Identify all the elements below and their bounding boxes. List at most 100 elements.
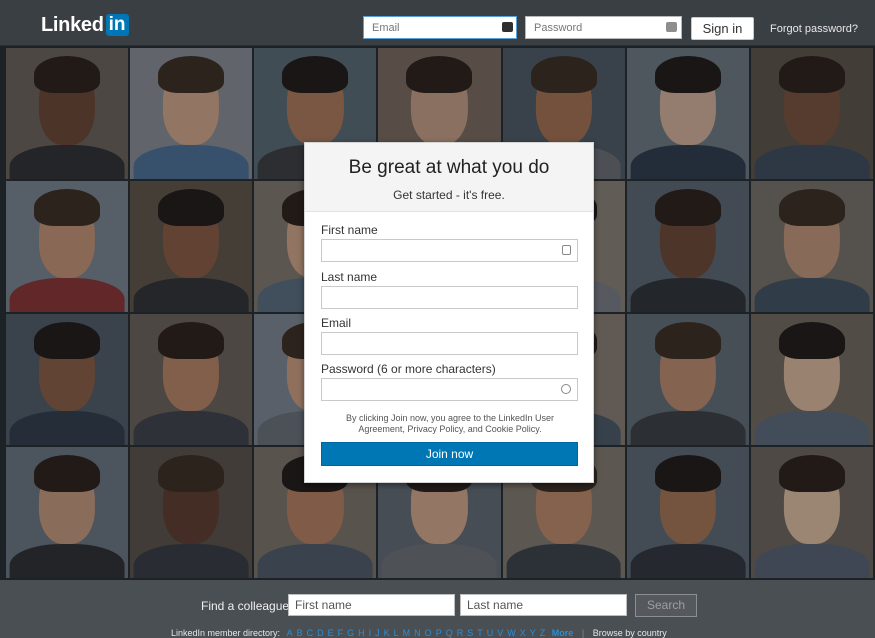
photo-face bbox=[163, 329, 220, 411]
signup-subtitle: Get started - it's free. bbox=[393, 188, 505, 202]
show-password-icon[interactable] bbox=[561, 384, 571, 394]
join-now-button[interactable]: Join now bbox=[321, 442, 578, 466]
directory-letter-link[interactable]: K bbox=[384, 628, 390, 638]
terms-notice: By clicking Join now, you agree to the L… bbox=[345, 413, 555, 434]
photo-shoulders bbox=[754, 277, 870, 312]
photo-face bbox=[783, 196, 841, 278]
directory-letter-link[interactable]: H bbox=[358, 628, 365, 638]
photo-face bbox=[38, 63, 96, 145]
directory-letter-link[interactable]: C bbox=[307, 628, 314, 638]
member-photo bbox=[750, 447, 873, 578]
photo-shoulders bbox=[133, 543, 249, 578]
member-photo bbox=[626, 314, 749, 445]
directory-letter-link[interactable]: N bbox=[414, 628, 421, 638]
directory-letter-link[interactable]: X bbox=[520, 628, 526, 638]
member-photo bbox=[130, 447, 253, 578]
directory-more-link[interactable]: More bbox=[552, 628, 574, 638]
first-name-input[interactable] bbox=[321, 239, 578, 262]
photo-shoulders bbox=[754, 144, 870, 179]
directory-label: LinkedIn member directory: bbox=[171, 628, 281, 638]
colleague-search-button[interactable]: Search bbox=[635, 594, 697, 617]
top-nav-bar: Linked in Sign in Forgot password? bbox=[0, 0, 875, 46]
colleague-first-name-input[interactable] bbox=[288, 594, 455, 616]
directory-letter-link[interactable]: V bbox=[497, 628, 503, 638]
photo-hair bbox=[778, 321, 845, 359]
photo-hair bbox=[778, 55, 845, 93]
signin-button[interactable]: Sign in bbox=[691, 17, 754, 40]
directory-letter-link[interactable]: Q bbox=[446, 628, 453, 638]
directory-letter-link[interactable]: U bbox=[487, 628, 494, 638]
last-name-label: Last name bbox=[321, 270, 378, 284]
directory-letter-link[interactable]: Y bbox=[530, 628, 536, 638]
browse-by-country-link[interactable]: Browse by country bbox=[593, 628, 667, 638]
photo-face bbox=[38, 462, 96, 544]
autofill-contact-icon[interactable] bbox=[562, 245, 571, 255]
signin-email-input[interactable] bbox=[363, 16, 517, 39]
photo-face bbox=[38, 329, 96, 411]
find-colleague-label: Find a colleague bbox=[201, 599, 290, 613]
email-input[interactable] bbox=[321, 332, 578, 355]
directory-letter-link[interactable]: J bbox=[375, 628, 380, 638]
photo-hair bbox=[654, 55, 721, 93]
member-directory: LinkedIn member directory: ABCDEFGHIJKLM… bbox=[171, 628, 667, 638]
directory-letter-link[interactable]: T bbox=[477, 628, 483, 638]
colleague-last-name-input[interactable] bbox=[460, 594, 627, 616]
directory-letter-link[interactable]: D bbox=[317, 628, 324, 638]
directory-letter-link[interactable]: F bbox=[338, 628, 344, 638]
photo-shoulders bbox=[9, 277, 125, 312]
photo-shoulders bbox=[630, 144, 746, 179]
photo-shoulders bbox=[382, 543, 497, 578]
directory-letter-link[interactable]: A bbox=[287, 628, 293, 638]
photo-face bbox=[411, 63, 468, 145]
password-input[interactable] bbox=[321, 378, 578, 401]
photo-hair bbox=[654, 188, 721, 226]
photo-hair bbox=[34, 454, 101, 492]
password-row bbox=[305, 378, 595, 402]
directory-letter-link[interactable]: P bbox=[436, 628, 442, 638]
first-name-row bbox=[305, 239, 595, 263]
signin-password-input[interactable] bbox=[525, 16, 682, 39]
photo-hair bbox=[654, 454, 721, 492]
directory-letter-link[interactable]: O bbox=[425, 628, 432, 638]
directory-letter-link[interactable]: M bbox=[403, 628, 411, 638]
photo-face bbox=[163, 462, 220, 544]
linkedin-logo[interactable]: Linked in bbox=[41, 13, 129, 37]
photo-shoulders bbox=[257, 543, 373, 578]
last-name-input[interactable] bbox=[321, 286, 578, 309]
photo-shoulders bbox=[133, 144, 249, 179]
password-manager-icon[interactable] bbox=[502, 22, 513, 32]
member-photo bbox=[750, 181, 873, 312]
photo-shoulders bbox=[9, 144, 125, 179]
directory-letter-link[interactable]: E bbox=[328, 628, 334, 638]
photo-shoulders bbox=[754, 543, 870, 578]
photo-hair bbox=[34, 321, 101, 359]
photo-face bbox=[783, 63, 841, 145]
photo-hair bbox=[530, 55, 597, 93]
directory-letter-link[interactable]: I bbox=[369, 628, 372, 638]
photo-shoulders bbox=[133, 277, 249, 312]
directory-letter-link[interactable]: Z bbox=[540, 628, 546, 638]
photo-face bbox=[659, 462, 716, 544]
photo-hair bbox=[158, 188, 225, 226]
photo-shoulders bbox=[9, 410, 125, 445]
photo-hair bbox=[158, 454, 225, 492]
member-photo bbox=[626, 48, 749, 179]
directory-letter-link[interactable]: L bbox=[394, 628, 399, 638]
member-photo bbox=[626, 447, 749, 578]
directory-letter-link[interactable]: R bbox=[457, 628, 464, 638]
photo-hair bbox=[158, 55, 225, 93]
directory-letter-link[interactable]: B bbox=[297, 628, 303, 638]
logo-wordmark: Linked bbox=[41, 13, 104, 36]
directory-letter-link[interactable]: S bbox=[467, 628, 473, 638]
password-manager-icon[interactable] bbox=[666, 22, 677, 32]
directory-letter-list: ABCDEFGHIJKLMNOPQRSTUVWXYZ bbox=[283, 628, 546, 638]
photo-shoulders bbox=[630, 543, 746, 578]
forgot-password-link[interactable]: Forgot password? bbox=[770, 23, 858, 35]
photo-face bbox=[163, 196, 220, 278]
photo-face bbox=[38, 196, 96, 278]
directory-letter-link[interactable]: W bbox=[507, 628, 516, 638]
photo-hair bbox=[34, 55, 101, 93]
directory-letter-link[interactable]: G bbox=[347, 628, 354, 638]
member-photo bbox=[750, 314, 873, 445]
photo-hair bbox=[654, 321, 721, 359]
